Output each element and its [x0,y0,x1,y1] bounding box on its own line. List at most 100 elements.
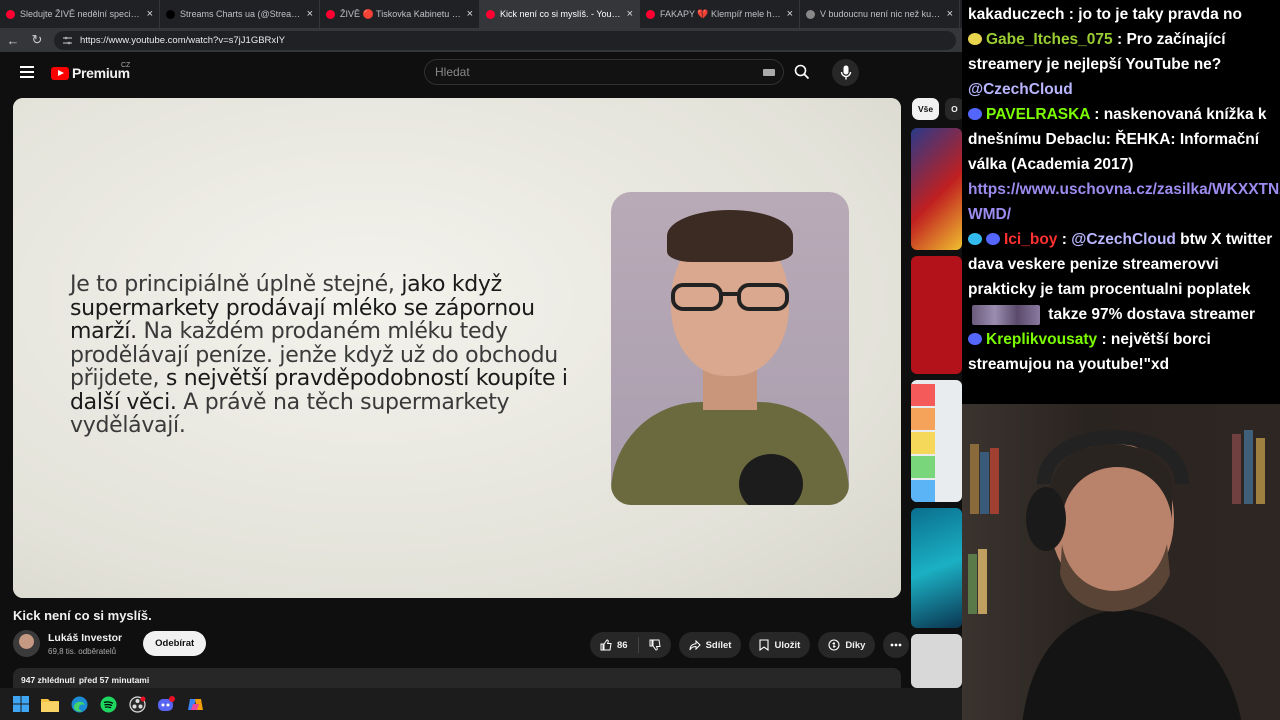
copilot-icon[interactable] [186,695,204,713]
video-title: Kick není co si myslíš. [13,608,152,623]
reload-icon[interactable]: ↻ [30,32,44,48]
file-explorer-icon[interactable] [41,695,59,713]
tab-close-icon[interactable]: × [947,8,953,20]
logo-region: CZ [121,62,131,69]
windows-start-icon[interactable] [12,695,30,713]
chat-username[interactable]: Ici_boy [1004,231,1057,248]
subscribe-button[interactable]: Odebírat [143,631,207,656]
thanks-button[interactable]: Díky [818,632,876,658]
chat-mention[interactable]: @CzechCloud [1071,231,1176,248]
browser-window: Sledujte ŽIVĚ nedělní speciál se Š×Strea… [0,0,962,688]
share-button[interactable]: Sdílet [678,632,742,658]
search-button[interactable] [784,59,820,85]
chat-text: jo to je taky pravda no [1078,6,1242,23]
chat-text: takze 97% dostava streamer [1044,306,1256,323]
browser-tab[interactable]: ŽIVĚ 🔴 Tiskovka Kabinetu budou × [320,0,480,28]
browser-tab[interactable]: Sledujte ŽIVĚ nedělní speciál se Š × [0,0,160,28]
spotify-icon[interactable] [99,695,117,713]
chat-separator: : [1057,231,1072,248]
channel-info: Lukáš Investor 69,8 tis. odběratelů Odeb… [13,630,207,657]
tab-favicon-icon [6,9,15,19]
glasses-icon [671,283,789,311]
address-bar: ← ↻ https://www.youtube.com/watch?v=s7jJ… [0,28,962,52]
video-actions: 86 Sdílet Uložit Díky [590,632,910,658]
browser-tab[interactable]: V budoucnu není nic než kulturní × [800,0,960,28]
youtube-logo[interactable]: Premium CZ [51,62,131,81]
chat-link[interactable]: https://www.uschovna.cz/zasilka/WKXXTN2E… [968,181,1280,223]
chip-second[interactable]: O [945,98,962,120]
chat-separator: : [1064,6,1079,23]
tab-title: Sledujte ŽIVĚ nedělní speciál se Š [20,9,142,19]
streamer-webcam [962,404,1280,720]
recommended-thumbnail[interactable] [911,256,962,374]
chat-mention[interactable]: @CzechCloud [968,81,1073,98]
dislike-button[interactable] [639,639,671,651]
chat-separator: : [1089,106,1104,123]
chat-badge-icon [986,232,1000,245]
browser-tab[interactable]: Kick není co si myslíš. - YouTube × [480,0,640,28]
url-field[interactable]: https://www.youtube.com/watch?v=s7jJ1GBR… [54,30,956,50]
edge-browser-icon[interactable] [70,695,88,713]
recommended-thumbnail[interactable] [911,508,962,628]
twitch-chat-overlay: kakaduczech : jo to je taky pravda no Gab… [962,0,1280,404]
tab-close-icon[interactable]: × [147,8,153,20]
save-button[interactable]: Uložit [749,632,811,658]
chat-username[interactable]: kakaduczech [968,6,1065,23]
chip-all[interactable]: Vše [912,98,940,120]
super-thanks-icon [828,639,840,651]
chat-message: Ici_boy : @CzechCloud btw X twitter dava… [968,227,1276,327]
presenter-hair [667,210,793,262]
tab-favicon-icon [646,9,655,19]
like-dislike-group: 86 [590,632,671,658]
browser-tab[interactable]: Streams Charts ua (@StreamsChar × [160,0,320,28]
channel-avatar[interactable] [13,630,40,657]
tab-close-icon[interactable]: × [467,8,473,20]
more-actions-button[interactable] [883,632,910,658]
chat-emote-icon [972,304,1040,325]
chat-message: kakaduczech : jo to je taky pravda no [968,2,1276,27]
search-placeholder: Hledat [435,65,470,79]
streamer-figure [1022,430,1242,720]
recommended-thumbnail[interactable] [911,634,962,688]
chat-badge-icon [968,232,982,245]
recommended-thumbnail[interactable] [911,128,962,250]
thanks-label: Díky [845,639,866,651]
like-count: 86 [617,639,628,651]
voice-search-button[interactable] [832,59,859,86]
tab-close-icon[interactable]: × [787,8,793,20]
tab-title: ŽIVĚ 🔴 Tiskovka Kabinetu budou [340,8,462,19]
recommended-thumbnail[interactable] [911,380,962,502]
share-icon [689,639,701,650]
chat-username[interactable]: Kreplikvousaty [986,331,1097,348]
video-player[interactable]: Je to principiálně úplně stejné, jako kd… [13,98,901,598]
obs-icon[interactable] [128,695,146,713]
discord-icon[interactable] [157,695,175,713]
save-label: Uložit [774,639,801,651]
channel-name[interactable]: Lukáš Investor [48,632,122,644]
youtube-play-icon [51,66,69,80]
keyboard-icon[interactable] [763,69,775,76]
menu-icon[interactable] [20,66,34,81]
description-box[interactable]: 947 zhlédnutí před 57 minutami [13,668,901,688]
chat-badge-icon [968,32,982,45]
tab-title: Streams Charts ua (@StreamsChar [180,9,302,19]
video-caption-text: Je to principiálně úplně stejné, jako kd… [70,273,600,438]
search-input[interactable]: Hledat [424,59,784,85]
thumbs-down-icon [649,639,661,651]
browser-tab[interactable]: FAKAPY 💔 Klempíř mele hůř ja × [640,0,800,28]
chat-username[interactable]: Gabe_Itches_075 [986,31,1113,48]
like-button[interactable]: 86 [590,637,639,653]
youtube-header: Premium CZ Hledat [0,52,962,92]
site-info-icon[interactable] [62,36,73,45]
tab-close-icon[interactable]: × [307,8,313,20]
chat-message: PAVELRASKA : naskenovaná knížka k dnešní… [968,102,1280,227]
back-arrow-icon[interactable]: ← [6,33,20,48]
tab-favicon-icon [326,9,335,19]
tab-favicon-icon [166,9,175,19]
chat-username[interactable]: PAVELRASKA [986,106,1090,123]
tab-close-icon[interactable]: × [627,8,633,20]
view-count: 947 zhlédnutí [21,675,75,685]
microphone-icon [840,65,851,80]
share-label: Sdílet [705,639,732,651]
recommendation-chips: Vše O [912,98,962,120]
